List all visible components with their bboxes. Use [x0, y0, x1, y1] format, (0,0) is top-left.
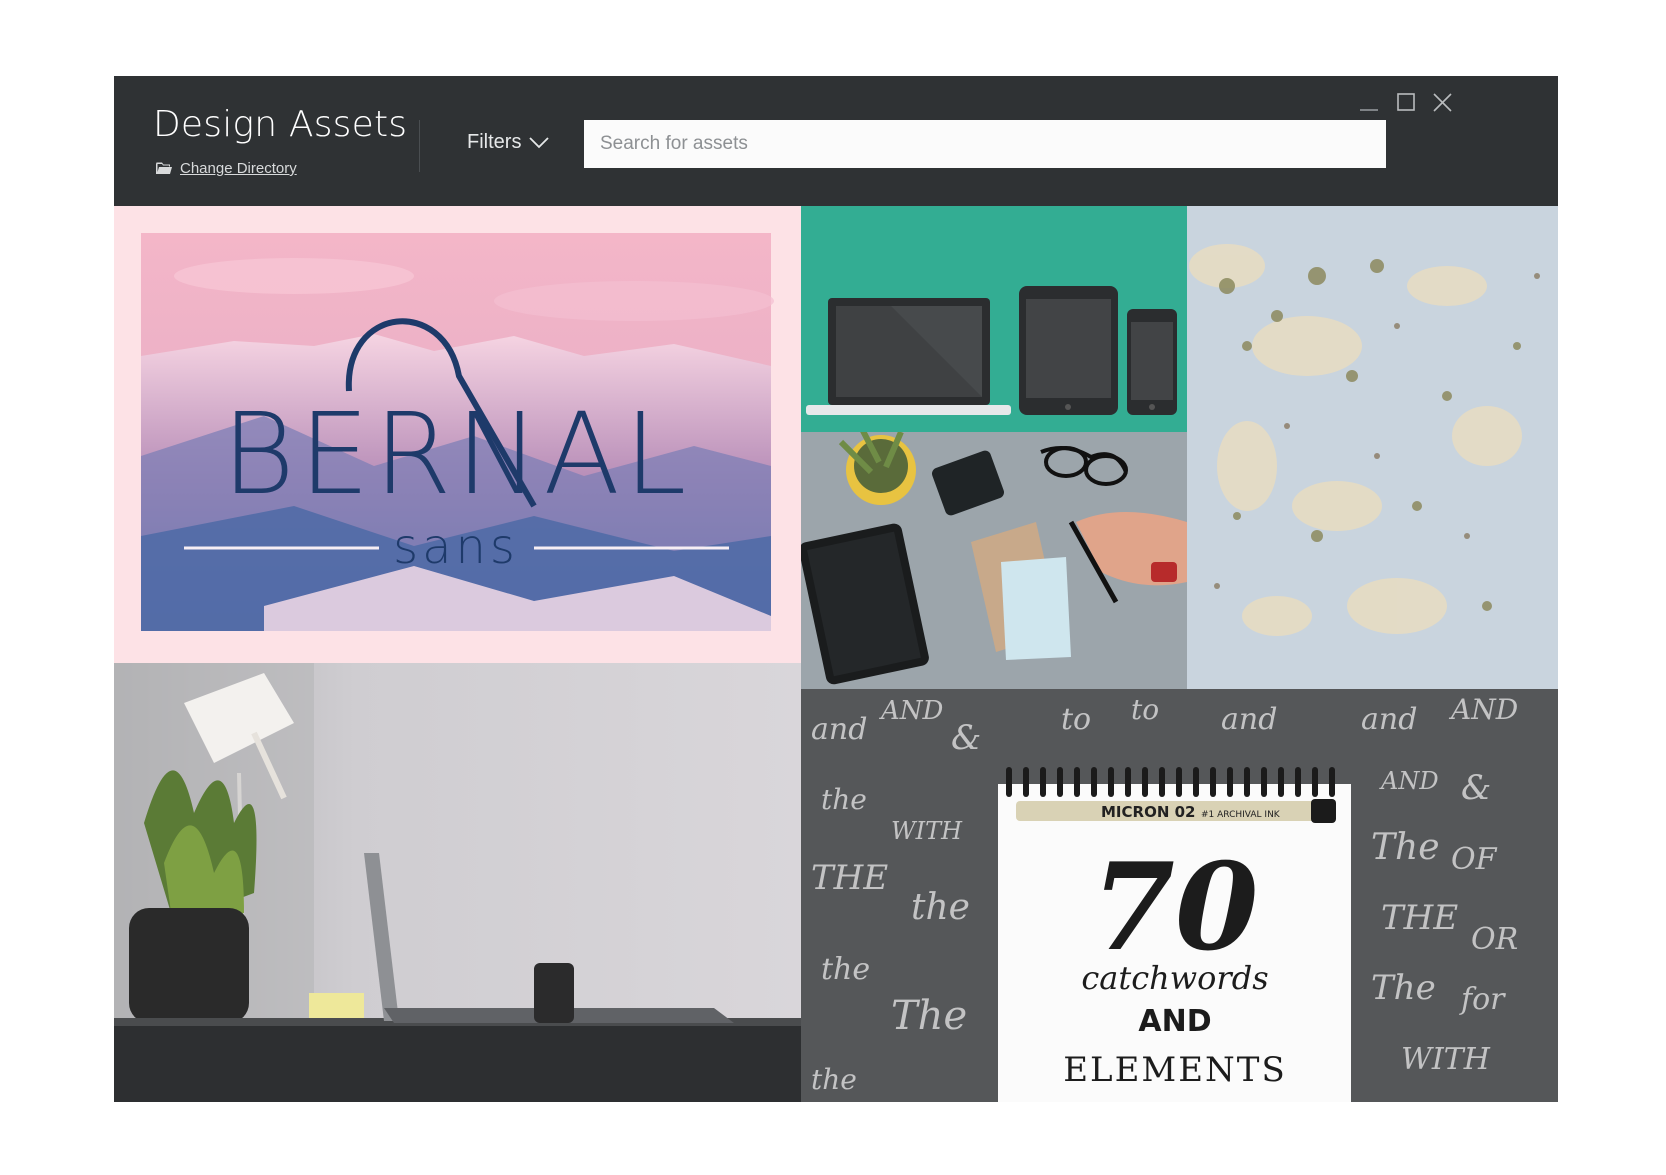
svg-text:&: & — [951, 718, 981, 758]
svg-text:the: the — [821, 952, 870, 987]
title-bar: Design Assets Change Directory Filters — [114, 76, 1558, 206]
asset-tile-devices[interactable] — [801, 206, 1187, 432]
texture-preview — [1187, 206, 1558, 689]
svg-text:and: and — [1221, 702, 1277, 737]
bernal-sans-preview: BERNAL sans — [141, 233, 774, 631]
catchwords-preview: and AND & the WITH THE the the The the &… — [801, 689, 1558, 1102]
svg-text:The: The — [1371, 827, 1440, 868]
asset-tile-catchwords[interactable]: and AND & the WITH THE the the The the &… — [801, 689, 1558, 1102]
svg-text:OR: OR — [1471, 922, 1518, 957]
change-directory-label: Change Directory — [180, 160, 297, 177]
asset-grid: BERNAL sans and AND & the WITH THE the t… — [114, 206, 1558, 1102]
bernal-title: BERNAL — [222, 390, 691, 520]
filters-dropdown[interactable]: Filters — [467, 131, 550, 154]
catchwords-line2: AND — [1138, 1004, 1211, 1039]
desk-flatlay-preview — [801, 432, 1187, 689]
asset-tile-workspace[interactable] — [114, 663, 801, 1102]
chevron-down-icon — [529, 136, 550, 148]
devices-mockup-preview — [806, 286, 1177, 415]
svg-text:THE: THE — [811, 858, 888, 898]
asset-tile-bernal-sans[interactable]: BERNAL sans — [114, 206, 801, 663]
svg-text:the: the — [811, 1063, 857, 1096]
bernal-subtitle: sans — [393, 519, 519, 575]
svg-text:the: the — [821, 783, 867, 816]
minimize-icon[interactable] — [1357, 90, 1383, 116]
svg-text:AND: AND — [1379, 767, 1439, 795]
svg-text:OF: OF — [1451, 842, 1498, 877]
workspace-preview — [114, 663, 801, 1102]
maximize-icon[interactable] — [1394, 90, 1420, 116]
svg-text:AND: AND — [1448, 693, 1518, 726]
filters-label: Filters — [467, 131, 522, 153]
svg-text:AND: AND — [879, 696, 944, 726]
svg-text:THE: THE — [1381, 898, 1458, 938]
svg-text:the: the — [911, 887, 970, 928]
search-input[interactable] — [584, 120, 1386, 168]
svg-text:to: to — [1061, 702, 1091, 737]
svg-text:for: for — [1459, 982, 1506, 1017]
svg-text:to: to — [1131, 693, 1159, 726]
catchwords-line1: catchwords — [1081, 959, 1268, 997]
app-window: Design Assets Change Directory Filters S… — [114, 76, 1558, 1102]
pen-label: MICRON 02 — [1101, 803, 1195, 821]
svg-text:WITH: WITH — [891, 817, 963, 845]
svg-text:&: & — [1461, 768, 1491, 808]
asset-tile-desk-flatlay[interactable] — [801, 432, 1187, 689]
asset-tile-flaking-texture[interactable] — [1187, 206, 1558, 689]
app-title: Design Assets — [153, 104, 408, 145]
svg-text:and: and — [1361, 702, 1417, 737]
pen-sublabel: #1 ARCHIVAL INK — [1201, 810, 1281, 820]
folder-icon — [156, 162, 172, 174]
svg-text:The: The — [891, 993, 967, 1039]
svg-text:The: The — [1371, 968, 1436, 1008]
catchwords-number: 70 — [1092, 837, 1259, 978]
svg-text:and: and — [811, 712, 867, 747]
catchwords-line3: ELEMENTS — [1063, 1050, 1287, 1090]
change-directory-link[interactable]: Change Directory — [156, 160, 297, 177]
close-icon[interactable] — [1430, 90, 1456, 116]
svg-text:WITH: WITH — [1401, 1042, 1491, 1077]
title-divider — [419, 120, 420, 172]
